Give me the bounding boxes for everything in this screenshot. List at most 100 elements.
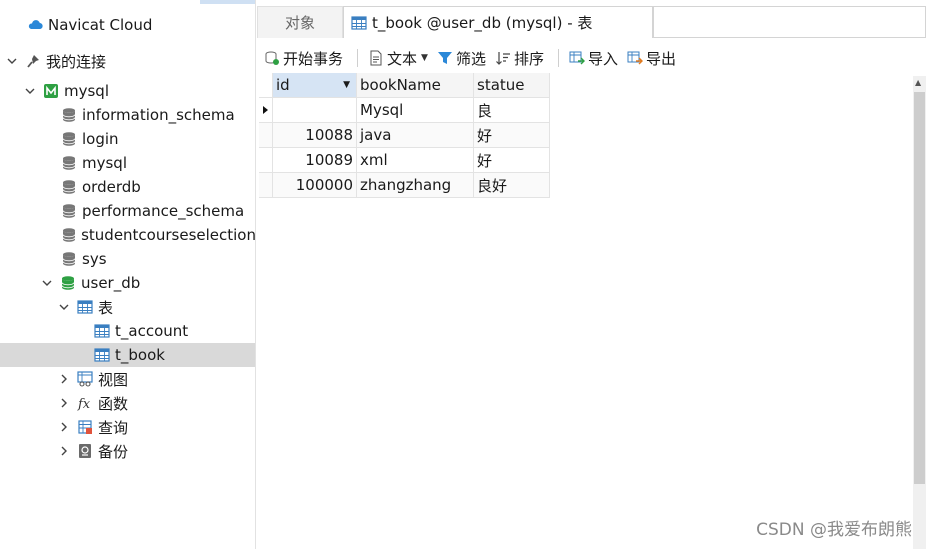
- toolbar-divider: [357, 49, 359, 67]
- vertical-scrollbar[interactable]: ▲: [913, 76, 926, 549]
- table-row[interactable]: 10088 java 好: [259, 123, 551, 148]
- table-row[interactable]: 10089 xml 好: [259, 148, 551, 173]
- sort-button[interactable]: 排序: [494, 48, 544, 69]
- cell-id[interactable]: 100000: [273, 173, 357, 198]
- tree-item-queries[interactable]: 查询: [0, 415, 255, 439]
- tree-item-database[interactable]: sys: [0, 247, 255, 271]
- row-indicator: [259, 123, 273, 148]
- text-view-button[interactable]: 文本 ▼: [367, 48, 428, 69]
- export-button[interactable]: 导出: [626, 48, 676, 69]
- cell-statue[interactable]: 好: [474, 123, 550, 148]
- column-header-bookname[interactable]: bookName: [357, 73, 474, 98]
- cell-id[interactable]: 10089: [273, 148, 357, 173]
- chevron-right-icon[interactable]: [58, 445, 70, 457]
- row-indicator-header: [259, 73, 273, 98]
- tree-item-navicat-cloud[interactable]: Navicat Cloud: [0, 13, 255, 37]
- tree-item-table[interactable]: t_account: [0, 319, 255, 343]
- chevron-right-icon[interactable]: [58, 421, 70, 433]
- cell-statue[interactable]: 良: [474, 98, 550, 123]
- data-grid: id ▼ bookName statue 10086 Mysql 良 10088…: [259, 73, 551, 198]
- dropdown-arrow-icon[interactable]: ▼: [421, 53, 428, 63]
- cell-bookname[interactable]: zhangzhang: [357, 173, 474, 198]
- table-row[interactable]: 10086 Mysql 良: [259, 98, 551, 123]
- document-icon: [367, 49, 385, 67]
- text-view-label: 文本: [387, 49, 418, 68]
- table-icon: [93, 322, 111, 340]
- tab-table-t-book[interactable]: t_book @user_db (mysql) - 表: [343, 6, 653, 38]
- tree-item-user-db[interactable]: user_db: [0, 271, 255, 295]
- cell-id[interactable]: 10088: [273, 123, 357, 148]
- navicat-cloud-label: Navicat Cloud: [48, 16, 153, 34]
- connection-plug-icon: [24, 52, 42, 70]
- cell-statue[interactable]: 良好: [474, 173, 550, 198]
- tree-item-database[interactable]: information_schema: [0, 103, 255, 127]
- chevron-down-icon[interactable]: [58, 301, 70, 313]
- tree-item-mysql-server[interactable]: mysql: [0, 79, 255, 103]
- tab-objects-label: 对象: [284, 14, 315, 32]
- database-label: orderdb: [82, 178, 141, 196]
- tree-item-functions[interactable]: fx 函数: [0, 391, 255, 415]
- tab-bar-empty-area: [653, 6, 926, 38]
- database-icon: [60, 226, 77, 244]
- table-icon: [93, 346, 111, 364]
- navigation-tree: Navicat Cloud 我的连接 mysql information_sch…: [0, 0, 256, 549]
- export-label: 导出: [646, 49, 677, 68]
- table-row[interactable]: 100000 zhangzhang 良好: [259, 173, 551, 198]
- sort-label: 排序: [513, 49, 544, 68]
- tree-item-database[interactable]: studentcourseselection: [0, 223, 255, 247]
- tree-item-database[interactable]: orderdb: [0, 175, 255, 199]
- svg-text:fx: fx: [77, 397, 91, 411]
- chevron-down-icon[interactable]: [24, 85, 36, 97]
- queries-label: 查询: [98, 418, 129, 437]
- cell-statue[interactable]: 好: [474, 148, 550, 173]
- backup-icon: [76, 442, 94, 460]
- cell-bookname[interactable]: java: [357, 123, 474, 148]
- chevron-right-icon[interactable]: [58, 373, 70, 385]
- tree-item-database[interactable]: performance_schema: [0, 199, 255, 223]
- column-header-label: bookName: [360, 76, 441, 94]
- tab-active-label: t_book @user_db (mysql) - 表: [372, 14, 593, 32]
- sort-icon: [494, 49, 512, 67]
- tree-item-backups[interactable]: 备份: [0, 439, 255, 463]
- tree-item-tables-group[interactable]: 表: [0, 295, 255, 319]
- column-header-label: statue: [477, 76, 525, 94]
- filter-label: 筛选: [455, 49, 486, 68]
- tab-bar: 对象 t_book @user_db (mysql) - 表: [257, 6, 926, 38]
- tree-item-my-connections[interactable]: 我的连接: [0, 49, 255, 73]
- column-header-id[interactable]: id ▼: [273, 73, 357, 98]
- import-button[interactable]: 导入: [568, 48, 618, 69]
- sort-dropdown-icon[interactable]: ▼: [343, 80, 350, 90]
- cell-bookname[interactable]: xml: [357, 148, 474, 173]
- database-icon: [60, 202, 78, 220]
- column-header-statue[interactable]: statue: [474, 73, 550, 98]
- database-open-icon: [59, 274, 77, 292]
- sidebar-top-strip: [200, 0, 255, 4]
- cloud-icon: [26, 16, 44, 34]
- watermark-text: CSDN @我爱布朗熊: [756, 520, 912, 540]
- database-icon: [60, 106, 78, 124]
- cell-bookname[interactable]: Mysql: [357, 98, 474, 123]
- begin-transaction-button[interactable]: 开始事务: [263, 48, 343, 69]
- database-label: information_schema: [82, 106, 235, 124]
- database-label: login: [82, 130, 119, 148]
- main-panel: 对象 t_book @user_db (mysql) - 表 开始事务 文本 ▼…: [257, 0, 926, 549]
- tab-objects[interactable]: 对象: [257, 6, 343, 38]
- database-label: performance_schema: [82, 202, 245, 220]
- functions-label: 函数: [98, 394, 129, 413]
- transaction-icon: [263, 49, 281, 67]
- tree-item-database[interactable]: login: [0, 127, 255, 151]
- toolbar-divider: [557, 49, 559, 67]
- tree-item-views[interactable]: 视图: [0, 367, 255, 391]
- table-label: t_book: [115, 346, 165, 364]
- tree-item-database[interactable]: mysql: [0, 151, 255, 175]
- scroll-up-arrow-icon[interactable]: ▲: [915, 78, 921, 87]
- mysql-connection-icon: [42, 82, 60, 100]
- database-icon: [60, 154, 78, 172]
- chevron-right-icon[interactable]: [58, 397, 70, 409]
- scrollbar-thumb[interactable]: [914, 92, 925, 484]
- tree-item-table-selected[interactable]: t_book: [0, 343, 255, 367]
- chevron-down-icon[interactable]: [41, 277, 53, 289]
- filter-button[interactable]: 筛选: [436, 48, 486, 69]
- cell-id[interactable]: 10086: [273, 98, 357, 123]
- chevron-down-icon[interactable]: [6, 55, 18, 67]
